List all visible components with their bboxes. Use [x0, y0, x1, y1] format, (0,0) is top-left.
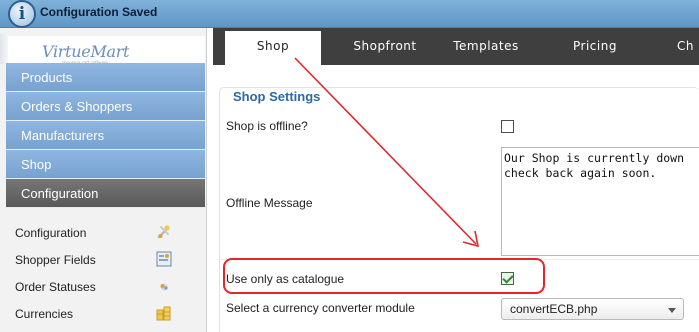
currency-module-value: convertECB.php — [510, 302, 598, 316]
menu-item-shop[interactable]: Shop — [6, 150, 205, 179]
submenu-item-label: Shopper Fields — [15, 253, 96, 267]
shop-offline-label: Shop is offline? — [226, 119, 308, 133]
tab-label: Templates — [453, 39, 519, 53]
tab-templates[interactable]: Templates — [439, 28, 533, 65]
submenu-item-label: Order Statuses — [15, 280, 96, 294]
offline-message-textarea[interactable]: Our Shop is currently down check back ag… — [501, 147, 699, 256]
coins-icon — [156, 306, 171, 321]
notification-bar: i Configuration Saved — [0, 0, 699, 28]
section-title: Shop Settings — [233, 89, 321, 104]
tab-label: Pricing — [573, 39, 617, 53]
menu-item-label: Shop — [21, 157, 52, 172]
menu-item-label: Configuration — [21, 186, 99, 201]
info-icon: i — [8, 0, 36, 28]
annotation-highlight — [223, 258, 545, 294]
tools-icon — [157, 225, 170, 239]
logo-text: VirtueMart — [42, 42, 130, 61]
tab-shopfront[interactable]: Shopfront — [331, 28, 439, 65]
tab-label: Shopfront — [353, 39, 417, 53]
submenu-item-order-statuses[interactable]: Order Statuses — [0, 272, 206, 299]
currency-module-select[interactable]: convertECB.php — [501, 298, 684, 320]
tab-label: Shop — [256, 39, 290, 53]
form-icon — [156, 251, 172, 267]
main-menu: Products Orders & Shoppers Manufacturers… — [6, 63, 205, 208]
sidebar-handle — [0, 34, 8, 64]
configuration-submenu: Configuration Shopper Fields Order Statu… — [0, 218, 206, 326]
tab-label: Ch — [677, 39, 694, 53]
submenu-item-label: Configuration — [15, 226, 87, 240]
chevron-down-icon — [668, 308, 676, 313]
submenu-item-label: Currencies — [15, 307, 74, 321]
notification-message: Configuration Saved — [40, 5, 158, 19]
menu-item-orders-shoppers[interactable]: Orders & Shoppers — [6, 92, 205, 121]
logo[interactable]: VirtueMart shopping cart software — [8, 36, 205, 66]
menu-item-configuration[interactable]: Configuration — [6, 179, 205, 208]
tab-ch[interactable]: Ch — [665, 28, 699, 65]
menu-item-label: Orders & Shoppers — [21, 99, 133, 114]
menu-item-label: Products — [21, 70, 73, 85]
submenu-item-currencies[interactable]: Currencies — [0, 299, 206, 326]
sidebar: VirtueMart shopping cart software Produc… — [0, 28, 207, 332]
settings-tabs: Shop Shopfront Templates Pricing Ch — [213, 28, 699, 65]
status-icon — [160, 283, 168, 291]
submenu-item-shopper-fields[interactable]: Shopper Fields — [0, 245, 206, 272]
menu-item-manufacturers[interactable]: Manufacturers — [6, 121, 205, 150]
shop-offline-checkbox[interactable] — [501, 120, 514, 133]
menu-item-products[interactable]: Products — [6, 63, 205, 92]
currency-module-label: Select a currency converter module — [226, 301, 415, 315]
offline-message-label: Offline Message — [226, 196, 313, 210]
tab-shop[interactable]: Shop — [225, 28, 321, 65]
tab-pricing[interactable]: Pricing — [553, 28, 637, 65]
submenu-item-configuration[interactable]: Configuration — [0, 218, 206, 245]
menu-item-label: Manufacturers — [21, 128, 105, 143]
